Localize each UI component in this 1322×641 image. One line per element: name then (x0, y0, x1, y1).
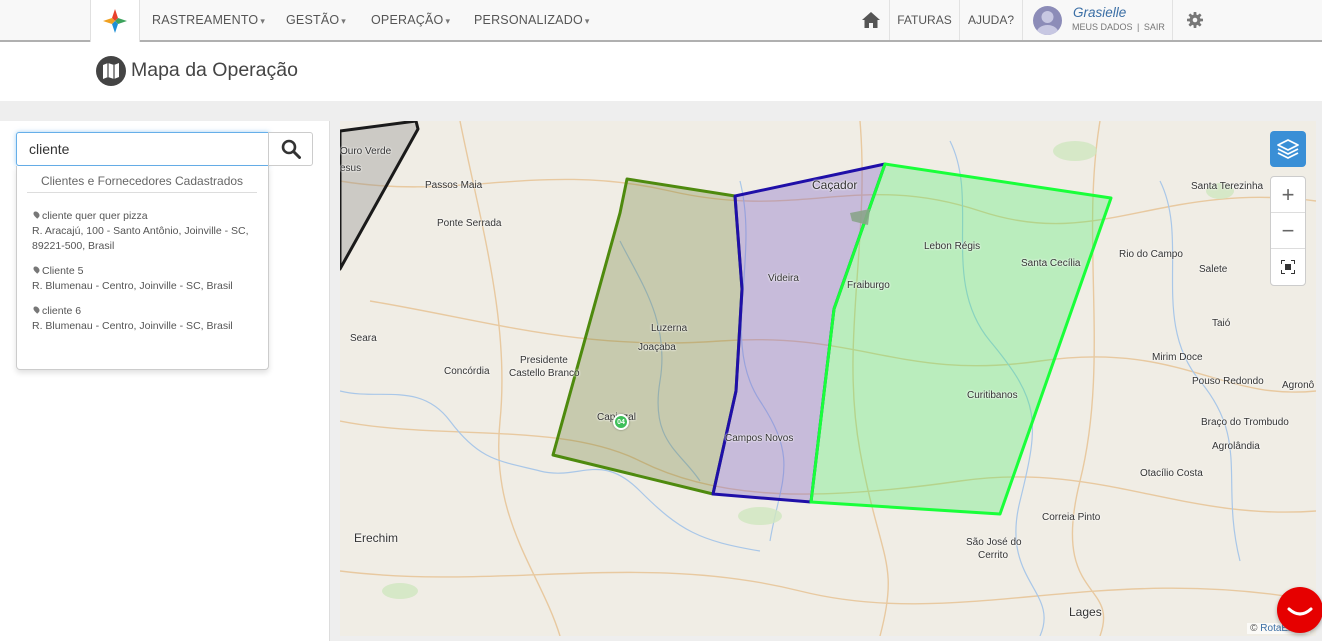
result-address: R. Blumenau - Centro, Joinville - SC, Br… (32, 320, 233, 332)
fullscreen-icon (1281, 260, 1295, 274)
city-label: Luzerna (651, 323, 688, 334)
sair-link[interactable]: SAIR (1144, 22, 1165, 32)
city-label: Ouro Verde (340, 146, 392, 157)
city-label: São José do (966, 537, 1022, 548)
city-label: Campos Novos (725, 433, 794, 444)
chevron-down-icon: ▾ (260, 16, 266, 26)
settings-button[interactable] (1172, 0, 1216, 40)
city-label: Fraiburgo (847, 280, 890, 291)
city-label: Erechim (354, 531, 399, 545)
city-label: Agrolândia (1212, 441, 1260, 452)
city-label: Videira (768, 273, 799, 284)
city-label: Correia Pinto (1042, 512, 1101, 523)
city-label: Otacílio Costa (1140, 468, 1203, 479)
city-label: Seara (350, 333, 377, 344)
nav-operacao[interactable]: OPERAÇÃO ▾ (371, 0, 450, 40)
map-marker-icon (32, 305, 41, 314)
city-label: Rio do Campo (1119, 249, 1183, 260)
zone-olive[interactable] (551, 177, 744, 496)
nav-operacao-label: OPERAÇÃO (371, 13, 444, 27)
chevron-down-icon: ▾ (584, 16, 590, 26)
chat-icon (1287, 607, 1313, 616)
city-label: Lebon Régis (924, 241, 981, 252)
map-canvas[interactable] (340, 121, 1316, 636)
user-name[interactable]: Grasielle (1073, 5, 1126, 20)
search-input[interactable] (16, 132, 269, 166)
zoom-out-button[interactable]: − (1271, 213, 1305, 249)
home-icon (861, 12, 880, 28)
search-icon (281, 139, 301, 159)
city-label: Passos Maia (425, 180, 483, 191)
zone-gray[interactable] (340, 121, 420, 271)
fullscreen-button[interactable] (1271, 249, 1305, 285)
home-button[interactable] (852, 0, 889, 40)
nav-personalizado[interactable]: PERSONALIZADO ▾ (474, 0, 590, 40)
city-label: Taió (1212, 318, 1231, 329)
city-label: Mirim Doce (1152, 352, 1203, 363)
ajuda-link[interactable]: AJUDA? (959, 0, 1022, 40)
gear-icon (1186, 12, 1203, 28)
city-label: Concórdia (444, 366, 490, 377)
page-header: Mapa da Operação (0, 42, 1322, 101)
dropdown-header: Clientes e Fornecedores Cadastrados (27, 174, 257, 193)
faturas-link[interactable]: FATURAS (889, 0, 959, 40)
city-label: Santa Terezinha (1191, 181, 1264, 192)
result-name: Cliente 5 (42, 265, 84, 277)
search-results-dropdown: Clientes e Fornecedores Cadastrados clie… (16, 166, 269, 370)
nav-gestao-label: GESTÃO (286, 13, 340, 27)
top-navbar: RASTREAMENTO ▾ GESTÃO ▾ OPERAÇÃO ▾ PERSONAL… (0, 0, 1322, 42)
operation-map[interactable]: Ouro Verde esus Passos Maia Ponte Serrad… (340, 121, 1316, 636)
city-label: esus (340, 163, 362, 174)
logo-icon (103, 9, 127, 33)
avatar[interactable] (1033, 6, 1062, 35)
city-label: Lages (1069, 605, 1102, 619)
map-marker-icon (32, 210, 41, 219)
city-label: Joaçaba (638, 342, 676, 353)
nav-gestao[interactable]: GESTÃO ▾ (286, 0, 346, 40)
city-label: Curitibanos (967, 390, 1018, 401)
city-label: Santa Cecília (1021, 258, 1081, 269)
page-title: Mapa da Operação (131, 59, 298, 81)
layers-icon (1277, 139, 1299, 159)
meus-dados-link[interactable]: MEUS DADOS (1072, 22, 1133, 32)
city-label: Agronô (1282, 380, 1315, 391)
map-icon (96, 56, 126, 86)
result-item[interactable]: cliente quer quer pizza R. Aracajú, 100 … (32, 209, 252, 254)
city-label: Ponte Serrada (437, 218, 502, 229)
result-item[interactable]: cliente 6 R. Blumenau - Centro, Joinvill… (32, 304, 252, 334)
user-menu: Grasielle MEUS DADOS | SAIR (1022, 0, 1172, 40)
city-label: Cerrito (978, 550, 1009, 561)
result-name: cliente 6 (42, 305, 82, 317)
zoom-controls: + − (1270, 176, 1306, 286)
nav-rastreamento-label: RASTREAMENTO (152, 13, 259, 27)
city-label: Braço do Trombudo (1201, 417, 1289, 428)
city-label: Castello Branco (509, 368, 580, 379)
city-label: Caçador (812, 178, 858, 192)
zoom-in-button[interactable]: + (1271, 177, 1305, 213)
search-button[interactable] (268, 132, 313, 166)
user-links: MEUS DADOS | SAIR (1072, 22, 1165, 32)
result-address: R. Blumenau - Centro, Joinville - SC, Br… (32, 280, 233, 292)
city-label: Salete (1199, 264, 1228, 275)
nav-rastreamento[interactable]: RASTREAMENTO ▾ (152, 0, 265, 40)
map-marker-icon (32, 265, 41, 274)
chevron-down-icon: ▾ (341, 16, 347, 26)
result-name: cliente quer quer pizza (42, 210, 148, 222)
layers-button[interactable] (1270, 131, 1306, 167)
result-address: R. Aracajú, 100 - Santo Antônio, Joinvil… (32, 225, 249, 252)
city-label: Pouso Redondo (1192, 376, 1264, 387)
search-panel: Clientes e Fornecedores Cadastrados clie… (0, 121, 330, 641)
chevron-down-icon: ▾ (445, 16, 451, 26)
nav-personalizado-label: PERSONALIZADO (474, 13, 583, 27)
app-logo[interactable] (90, 0, 140, 42)
result-item[interactable]: Cliente 5 R. Blumenau - Centro, Joinvill… (32, 264, 252, 294)
user-icon (1036, 11, 1059, 35)
user-links-separator: | (1137, 22, 1140, 32)
chat-button[interactable] (1277, 587, 1322, 633)
vehicle-marker[interactable]: 04 (613, 414, 629, 430)
city-label: Presidente (520, 355, 568, 366)
attribution-prefix: © (1250, 623, 1258, 634)
